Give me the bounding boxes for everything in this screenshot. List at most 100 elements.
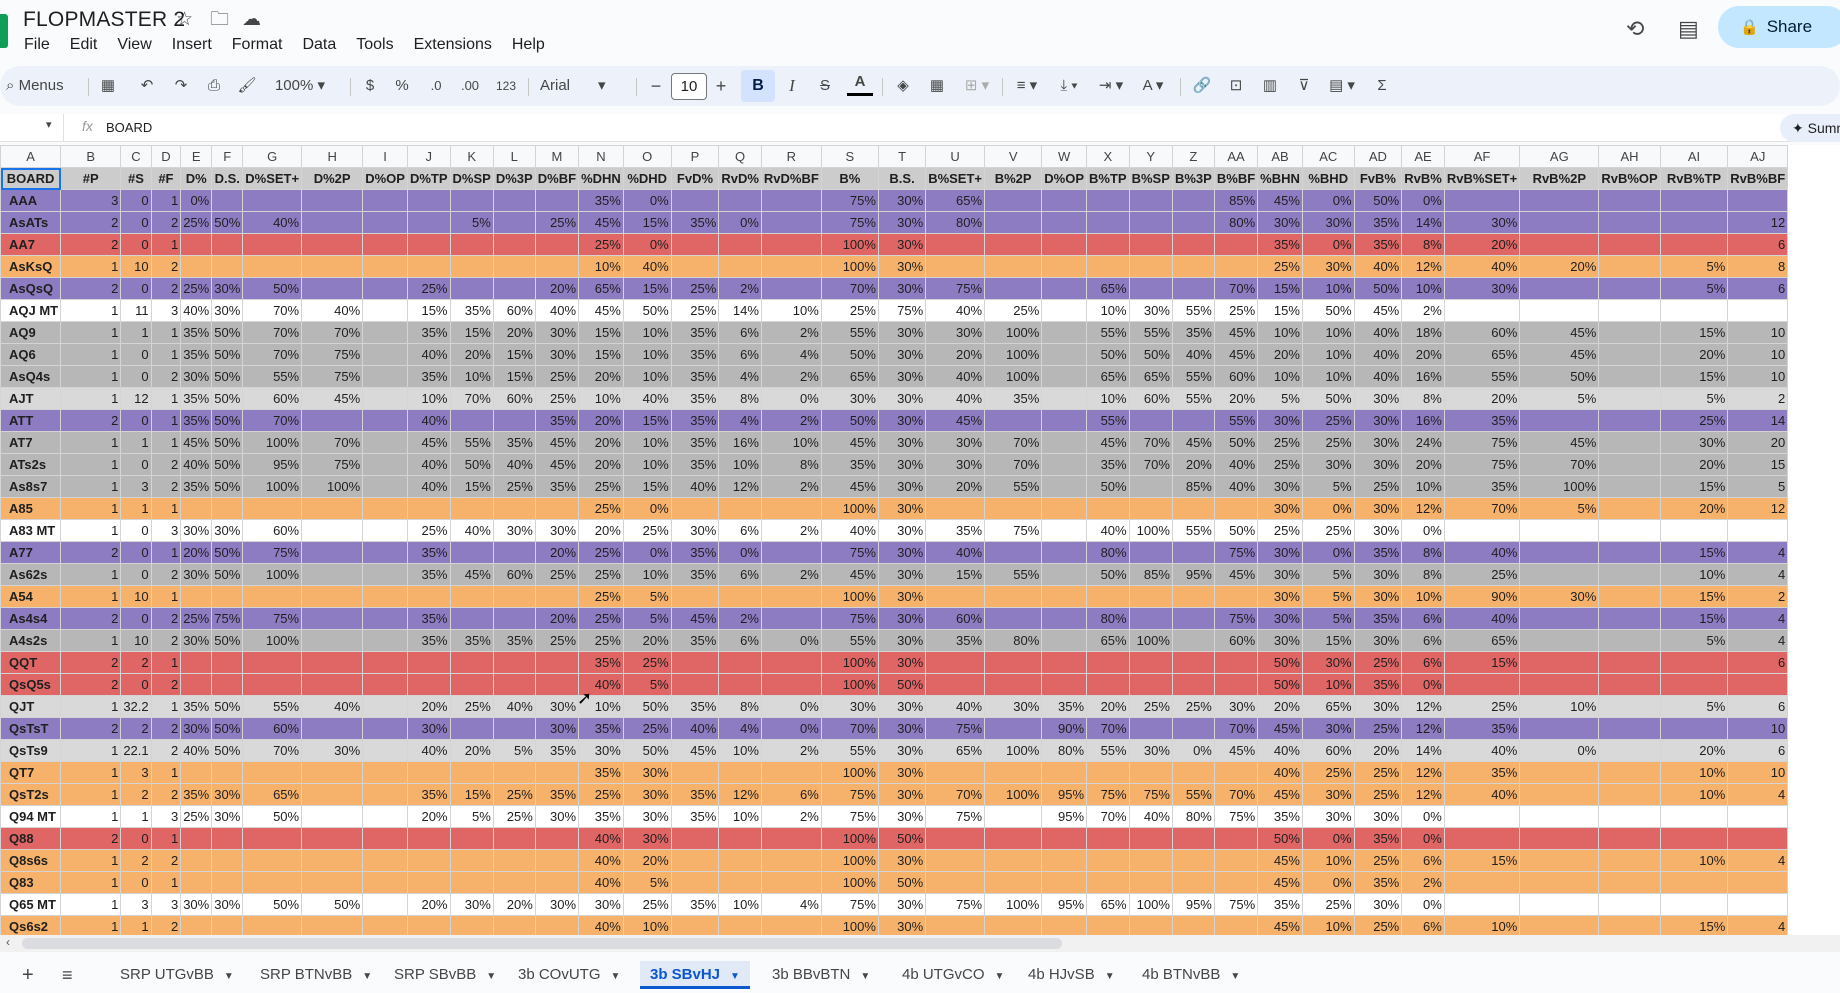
- data-cell[interactable]: 50%: [211, 717, 244, 740]
- data-cell[interactable]: [362, 211, 408, 234]
- data-cell[interactable]: 1: [60, 761, 122, 784]
- data-cell[interactable]: [534, 189, 580, 212]
- data-cell[interactable]: [449, 827, 494, 850]
- data-cell[interactable]: 30%: [1659, 431, 1729, 454]
- data-cell[interactable]: 50%: [211, 541, 244, 564]
- data-cell[interactable]: 60%: [925, 607, 986, 630]
- data-cell[interactable]: [242, 673, 303, 696]
- chevron-down-icon[interactable]: ▼: [224, 971, 234, 982]
- document-title[interactable]: FLOPMASTER 2: [23, 8, 185, 32]
- data-cell[interactable]: 10: [1727, 761, 1789, 784]
- data-cell[interactable]: [1519, 607, 1600, 630]
- data-cell[interactable]: 65%: [578, 277, 624, 300]
- data-cell[interactable]: 70%: [242, 409, 303, 432]
- data-cell[interactable]: 30%: [622, 783, 672, 806]
- data-cell[interactable]: 35%: [670, 805, 720, 828]
- board-cell[interactable]: QsTs9: [0, 739, 62, 762]
- data-cell[interactable]: [760, 255, 822, 278]
- field-header-cell[interactable]: RvB%SET+: [1443, 167, 1521, 190]
- data-cell[interactable]: 0%: [622, 233, 672, 256]
- data-cell[interactable]: 5%: [1301, 585, 1355, 608]
- data-cell[interactable]: 10: [1727, 321, 1789, 344]
- data-cell[interactable]: 6: [1727, 277, 1789, 300]
- formula-input[interactable]: BOARD: [106, 120, 152, 135]
- data-cell[interactable]: 35%: [670, 409, 720, 432]
- data-cell[interactable]: 30%: [180, 365, 213, 388]
- data-cell[interactable]: 50%: [877, 673, 927, 696]
- data-cell[interactable]: [362, 453, 408, 476]
- data-cell[interactable]: 45%: [1213, 739, 1259, 762]
- data-cell[interactable]: 35%: [670, 387, 720, 410]
- data-cell[interactable]: [1041, 673, 1088, 696]
- data-cell[interactable]: 60%: [242, 717, 303, 740]
- data-cell[interactable]: [534, 497, 580, 520]
- data-cell[interactable]: 35%: [492, 629, 536, 652]
- data-cell[interactable]: [984, 849, 1043, 872]
- data-cell[interactable]: [1519, 827, 1600, 850]
- data-cell[interactable]: 40%: [1443, 739, 1521, 762]
- data-cell[interactable]: [449, 761, 494, 784]
- data-cell[interactable]: 40%: [242, 211, 303, 234]
- data-cell[interactable]: [449, 189, 494, 212]
- column-header[interactable]: P: [670, 145, 720, 168]
- data-cell[interactable]: [1598, 541, 1661, 564]
- data-cell[interactable]: 20%: [578, 431, 624, 454]
- data-cell[interactable]: 6%: [1401, 607, 1445, 630]
- data-cell[interactable]: 10: [120, 255, 152, 278]
- data-cell[interactable]: 12%: [1401, 497, 1445, 520]
- data-cell[interactable]: 2: [150, 717, 182, 740]
- data-cell[interactable]: 50%: [622, 739, 672, 762]
- data-cell[interactable]: 100%: [820, 255, 879, 278]
- data-cell[interactable]: 25%: [820, 299, 879, 322]
- data-cell[interactable]: 8%: [1401, 233, 1445, 256]
- data-cell[interactable]: 25%: [492, 783, 536, 806]
- data-cell[interactable]: 10%: [1519, 695, 1600, 718]
- data-cell[interactable]: 5%: [1659, 695, 1729, 718]
- data-cell[interactable]: 25%: [578, 563, 624, 586]
- data-cell[interactable]: 10%: [622, 453, 672, 476]
- data-cell[interactable]: 0%: [760, 629, 822, 652]
- data-cell[interactable]: 30%: [180, 629, 213, 652]
- board-cell[interactable]: AT7: [0, 431, 62, 454]
- data-cell[interactable]: 30%: [1213, 695, 1259, 718]
- data-cell[interactable]: 20%: [578, 519, 624, 542]
- data-cell[interactable]: 0%: [1401, 673, 1445, 696]
- cloud-status-icon[interactable]: ☁: [242, 8, 261, 32]
- data-cell[interactable]: 45%: [1257, 717, 1303, 740]
- data-cell[interactable]: [362, 585, 408, 608]
- field-header-cell[interactable]: %BHN: [1257, 167, 1303, 190]
- data-cell[interactable]: 1: [60, 255, 122, 278]
- data-cell[interactable]: 30%: [877, 717, 927, 740]
- data-cell[interactable]: 35%: [925, 519, 986, 542]
- data-cell[interactable]: 30%: [1301, 453, 1355, 476]
- horizontal-scrollbar[interactable]: ‹: [0, 935, 1840, 952]
- data-cell[interactable]: [180, 849, 213, 872]
- print-icon[interactable]: ⎙: [203, 66, 225, 106]
- data-cell[interactable]: 1: [150, 343, 182, 366]
- data-cell[interactable]: 25%: [578, 783, 624, 806]
- data-cell[interactable]: [760, 673, 822, 696]
- data-cell[interactable]: 25%: [1353, 783, 1403, 806]
- data-cell[interactable]: 5%: [1659, 387, 1729, 410]
- column-header[interactable]: T: [877, 145, 927, 168]
- data-cell[interactable]: 30%: [1128, 299, 1173, 322]
- data-cell[interactable]: 65%: [1443, 343, 1521, 366]
- data-cell[interactable]: 65%: [925, 189, 986, 212]
- data-cell[interactable]: 50%: [622, 695, 672, 718]
- data-cell[interactable]: [1519, 717, 1600, 740]
- data-cell[interactable]: [984, 915, 1043, 935]
- board-cell[interactable]: ATs2s: [0, 453, 62, 476]
- menu-item[interactable]: View: [117, 35, 160, 55]
- data-cell[interactable]: [362, 563, 408, 586]
- data-cell[interactable]: [1519, 651, 1600, 674]
- data-cell[interactable]: [534, 827, 580, 850]
- data-cell[interactable]: [925, 871, 986, 894]
- data-cell[interactable]: [1598, 607, 1661, 630]
- data-cell[interactable]: 30%: [1353, 893, 1403, 916]
- font-family-select[interactable]: Arial ▾: [540, 66, 624, 106]
- data-cell[interactable]: [1598, 475, 1661, 498]
- data-cell[interactable]: 50%: [1519, 365, 1600, 388]
- board-cell[interactable]: AsKsQ: [0, 255, 62, 278]
- data-cell[interactable]: 2%: [760, 365, 822, 388]
- data-cell[interactable]: [1659, 211, 1729, 234]
